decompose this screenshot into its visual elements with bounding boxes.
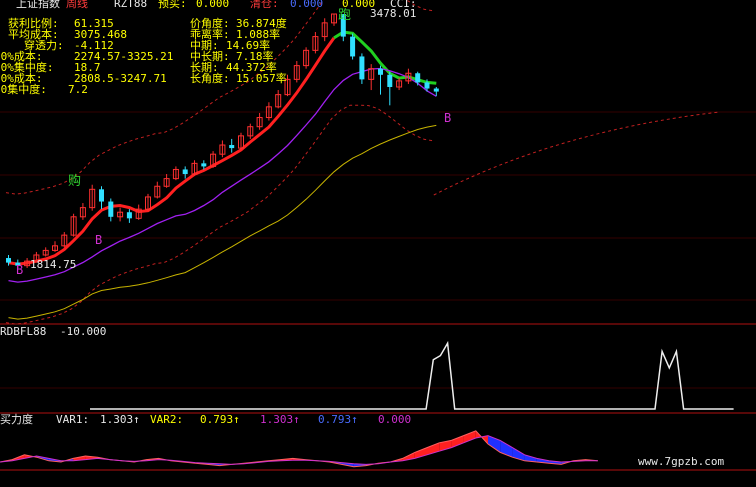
var2-value: 0.793↑ (200, 413, 240, 426)
buy-b-marker: B (16, 263, 24, 277)
sell-signal-text: 跑 (338, 8, 352, 23)
alert-value: 0.000 (196, 0, 230, 10)
alert-label: 预买: (158, 0, 187, 10)
high-price-label: 3478.01 (370, 7, 417, 20)
candle-body (201, 163, 207, 167)
candle-body (359, 56, 365, 80)
buy-b-marker: B (95, 233, 103, 247)
var1-value: 1.303↑ (100, 413, 140, 426)
var2-label: VAR2: (150, 413, 184, 426)
var-band (463, 430, 476, 443)
candle-body (229, 145, 235, 149)
candle-body (350, 36, 356, 57)
candle-body (415, 73, 421, 83)
candle-body (108, 201, 114, 217)
indicator-name[interactable]: RZT88 (114, 0, 147, 10)
candle-body (6, 258, 11, 263)
candle-body (433, 88, 439, 92)
watermark: www.7gpzb.com (638, 455, 725, 468)
var3-value: 1.303↑ (260, 413, 300, 426)
panel2-name: RDBFL88 (0, 325, 47, 338)
lower-envelope (5, 104, 434, 325)
panel2-value: -10.000 (60, 325, 107, 338)
envelope-extension (433, 111, 721, 196)
low-price-label: 1814.75 (30, 258, 77, 271)
index-name: 上证指数 (16, 0, 60, 10)
var-band (451, 435, 464, 448)
candle-body (387, 74, 393, 87)
candle-body (182, 169, 188, 175)
candle-body (424, 82, 430, 89)
hold-label: 清仓: (250, 0, 279, 10)
buy-signal-text: 购 (68, 174, 82, 189)
hold-value: 0.000 (290, 0, 324, 10)
panel3-name: 买力度 (0, 413, 33, 426)
var-panel (0, 430, 598, 468)
stat-value: 2808.5-3247.71 (74, 72, 167, 85)
buy-b-marker: B (444, 111, 452, 125)
var5-value: 0.000 (378, 413, 412, 426)
candle-body (126, 212, 132, 219)
period-label[interactable]: 周线 (66, 0, 88, 10)
var4-value: 0.793↑ (318, 413, 358, 426)
candle-body (378, 68, 383, 75)
stat-label: 70集中度: (0, 83, 47, 96)
stat-label: 长角度: (190, 72, 230, 85)
ma5-line-down (333, 30, 437, 85)
candle-body (99, 189, 104, 202)
stat-value: 15.057率 (236, 72, 287, 85)
oscillator-line (90, 340, 734, 410)
stat-value: 7.2 (68, 83, 88, 96)
oscillator-panel (90, 340, 734, 410)
var1-label: VAR1: (56, 413, 90, 426)
